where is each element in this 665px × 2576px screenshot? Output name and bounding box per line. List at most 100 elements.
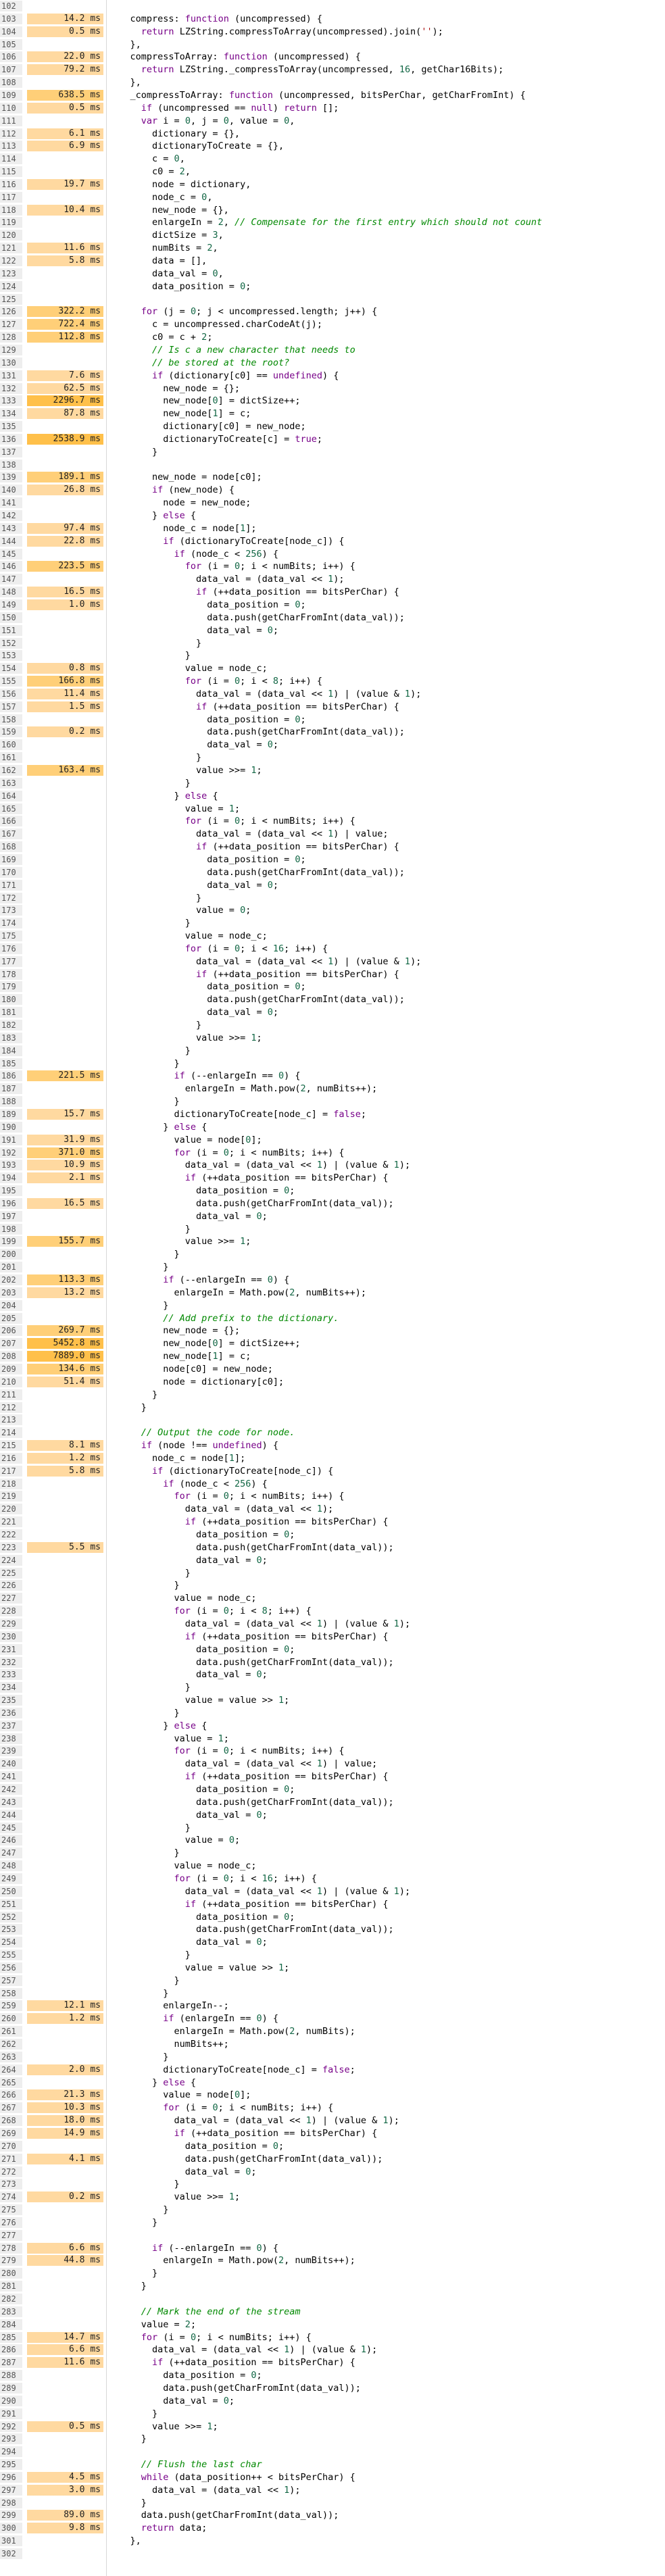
line-number: 209 [0, 1363, 22, 1374]
code-line: 136 2538.9 ms dictionaryToCreate[c] = tru… [0, 433, 665, 445]
code-line: 189 15.7 ms dictionaryToCreate[node_c] = … [0, 1108, 665, 1120]
source-code: data_position = 0; [108, 853, 306, 865]
source-code: value >>= 1; [108, 2421, 218, 2432]
line-number: 233 [0, 1669, 22, 1681]
self-time-cell: 3.0 ms [27, 2484, 103, 2496]
code-line: 230 if (++data_position == bitsPerChar) … [0, 1631, 665, 1642]
code-line: 160 data_val = 0; [0, 739, 665, 751]
source-code: data_position = 0; [108, 981, 306, 993]
code-line: 208 7889.0 ms new_node[1] = c; [0, 1351, 665, 1362]
source-code: for (i = 0; i < 16; i++) { [184, 943, 328, 954]
line-number: 190 [0, 1121, 22, 1133]
source-code: for (i = 0; i < numBits; i++) { [174, 1491, 345, 1502]
source-code: data_val = 0; [108, 1809, 268, 1820]
code-line: 144 22.8 ms if (dictionaryToCreate[node_c… [0, 535, 665, 547]
line-number: 199 [0, 1236, 22, 1247]
source-code: data.push(getCharFromInt(data_val)); [108, 1541, 394, 1553]
source-code: } [108, 1299, 169, 1311]
line-number: 132 [0, 382, 22, 394]
code-line: 180 data.push(getCharFromInt(data_val)); [0, 994, 665, 1006]
source-code: } [108, 777, 191, 789]
source-code: if (++data_position == bitsPerChar) { [184, 1771, 389, 1783]
line-number: 295 [0, 2459, 22, 2471]
line-number: 169 [0, 853, 22, 865]
code-line: 138 [0, 459, 665, 470]
code-line: 110 0.5 ms if (uncompressed == null) retu… [0, 102, 665, 114]
source-code: node = dictionary[c0]; [108, 1376, 285, 1387]
code-line: 154 0.8 ms value = node_c; [0, 663, 665, 674]
line-number: 156 [0, 688, 22, 699]
line-number: 279 [0, 2255, 22, 2267]
line-number: 161 [0, 752, 22, 764]
code-line: 236 } [0, 1707, 665, 1718]
code-line: 215 8.1 ms if (node !== undefined) { [0, 1440, 665, 1452]
line-number: 130 [0, 357, 22, 368]
line-number: 197 [0, 1210, 22, 1222]
code-line: 179 data_position = 0; [0, 981, 665, 993]
source-code: data_position = 0; [108, 1911, 295, 1923]
code-line: 269 14.9 ms if (++data_position == bitsPe… [0, 2127, 665, 2139]
line-number: 267 [0, 2102, 22, 2114]
line-number: 283 [0, 2306, 22, 2317]
line-number: 144 [0, 535, 22, 547]
code-line: 298 } [0, 2497, 665, 2508]
code-line: 145 if (node_c < 256) { [0, 548, 665, 560]
line-number: 111 [0, 115, 22, 126]
self-time-cell: 21.3 ms [27, 2089, 103, 2101]
self-time-cell: 26.8 ms [27, 485, 103, 496]
self-time-cell: 16.5 ms [27, 587, 103, 598]
code-line: 296 4.5 ms while (data_position++ < bitsP… [0, 2471, 665, 2483]
code-line: 103 14.2 ms compress: function (uncompres… [0, 13, 665, 24]
code-line: 279 44.8 ms enlargeIn = Math.pow(2, numBi… [0, 2255, 665, 2267]
source-code: data_val = 0; [108, 1937, 268, 1948]
line-number: 136 [0, 433, 22, 445]
source-code: data_val = 0; [108, 1669, 268, 1681]
line-number: 268 [0, 2115, 22, 2127]
self-time-cell: 6.9 ms [27, 141, 103, 152]
code-line: 162 163.4 ms value >>= 1; [0, 765, 665, 776]
source-code: data_val = 0; [108, 879, 278, 891]
self-time-cell: 6.6 ms [27, 2344, 103, 2356]
code-line: 196 16.5 ms data.push(getCharFromInt(data… [0, 1197, 665, 1209]
code-line: 152 } [0, 637, 665, 649]
line-number: 247 [0, 1848, 22, 1859]
source-code: node_c = node[1]; [108, 1452, 246, 1464]
source-code [108, 2294, 662, 2304]
source-code: node_c = node[1]; [108, 522, 257, 534]
line-number: 206 [0, 1325, 22, 1337]
line-number: 112 [0, 128, 22, 139]
code-line: 105 }, [0, 39, 665, 50]
source-code: } [108, 1975, 180, 1986]
code-line: 238 value = 1; [0, 1733, 665, 1744]
source-code: numBits = 2, [108, 243, 218, 254]
source-code: data.push(getCharFromInt(data_val)); [108, 2153, 383, 2164]
source-code: for (i = 0; i < 8; i++) { [184, 676, 323, 687]
line-number: 202 [0, 1274, 22, 1285]
line-number: 152 [0, 637, 22, 649]
line-number: 133 [0, 395, 22, 407]
line-number: 278 [0, 2242, 22, 2254]
code-line: 182 } [0, 1020, 665, 1031]
source-code: compress: function (uncompressed) { [108, 13, 323, 24]
source-code: } [108, 1822, 191, 1833]
code-line: 159 0.2 ms data.push(getCharFromInt(data_… [0, 726, 665, 738]
source-code: if (++data_position == bitsPerChar) { [152, 2357, 355, 2369]
self-time-cell: 14.2 ms [27, 13, 103, 24]
line-number: 290 [0, 2395, 22, 2406]
line-number: 177 [0, 956, 22, 967]
self-time-cell: 11.4 ms [27, 688, 103, 699]
source-code: node[c0] = new_node; [108, 1363, 273, 1374]
code-line: 294 [0, 2446, 665, 2458]
line-number: 224 [0, 1554, 22, 1566]
source-code: if (++data_position == bitsPerChar) { [174, 2127, 378, 2139]
self-time-cell: 2296.7 ms [27, 395, 103, 407]
code-line: 259 12.1 ms enlargeIn--; [0, 2000, 665, 2012]
source-code: // Add prefix to the dictionary. [163, 1312, 339, 1324]
line-number: 259 [0, 2000, 22, 2012]
source-code: if (--enlargeIn == 0) { [152, 2242, 278, 2254]
line-number: 266 [0, 2089, 22, 2101]
source-code: var i = 0, j = 0, value = 0, [141, 115, 295, 126]
self-time-cell: 722.4 ms [27, 319, 103, 330]
code-line: 277 [0, 2229, 665, 2241]
source-code: new_node[0] = dictSize++; [108, 395, 301, 407]
